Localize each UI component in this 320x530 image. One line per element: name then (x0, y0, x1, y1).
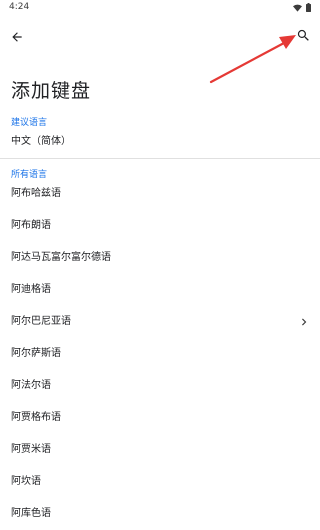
status-bar: 4:24 (0, 0, 320, 16)
language-item[interactable]: 阿库色语 (0, 498, 320, 530)
language-label: 阿贾格布语 (11, 412, 61, 423)
wifi-icon (293, 4, 302, 12)
language-item-expandable[interactable]: 阿尔巴尼亚语 (0, 306, 320, 338)
section-divider (0, 158, 320, 159)
language-label: 阿布哈兹语 (11, 188, 61, 199)
language-item[interactable]: 阿贾格布语 (0, 402, 320, 434)
language-label: 阿尔萨斯语 (11, 348, 61, 359)
language-label: 阿达马瓦富尔富尔德语 (11, 252, 111, 263)
search-icon (297, 29, 309, 41)
language-label: 阿库色语 (11, 508, 51, 519)
chevron-right-icon (302, 318, 307, 326)
language-label: 阿法尔语 (11, 380, 51, 391)
app-bar (0, 16, 320, 56)
status-time: 4:24 (9, 2, 30, 12)
language-item[interactable]: 阿布哈兹语 (0, 178, 320, 210)
language-item[interactable]: 阿布朗语 (0, 210, 320, 242)
language-item[interactable]: 阿法尔语 (0, 370, 320, 402)
add-keyboard-screen: 4:24 添加键盘 建议语言 中文（简体） 所有语言 阿布哈兹语 阿布朗语 阿达… (0, 0, 320, 530)
language-label: 阿尔巴尼亚语 (11, 316, 71, 327)
language-label: 阿布朗语 (11, 220, 51, 231)
language-label: 阿坎语 (11, 476, 41, 487)
back-button[interactable] (4, 24, 30, 50)
language-item[interactable]: 阿贾米语 (0, 434, 320, 466)
language-item[interactable]: 阿尔萨斯语 (0, 338, 320, 370)
arrow-back-icon (12, 32, 22, 42)
search-button[interactable] (290, 22, 316, 48)
page-title: 添加键盘 (11, 80, 92, 102)
battery-icon (306, 3, 311, 12)
language-label: 阿迪格语 (11, 284, 51, 295)
status-icons (293, 3, 311, 12)
language-list: 阿布哈兹语 阿布朗语 阿达马瓦富尔富尔德语 阿迪格语 阿尔巴尼亚语 阿尔萨斯语 … (0, 178, 320, 530)
suggested-languages-header: 建议语言 (11, 118, 48, 128)
language-label: 阿贾米语 (11, 444, 51, 455)
suggested-language-item[interactable]: 中文（简体） (0, 128, 320, 156)
language-item[interactable]: 阿达马瓦富尔富尔德语 (0, 242, 320, 274)
language-item[interactable]: 阿坎语 (0, 466, 320, 498)
language-item[interactable]: 阿迪格语 (0, 274, 320, 306)
suggested-language-label: 中文（简体） (11, 136, 71, 147)
